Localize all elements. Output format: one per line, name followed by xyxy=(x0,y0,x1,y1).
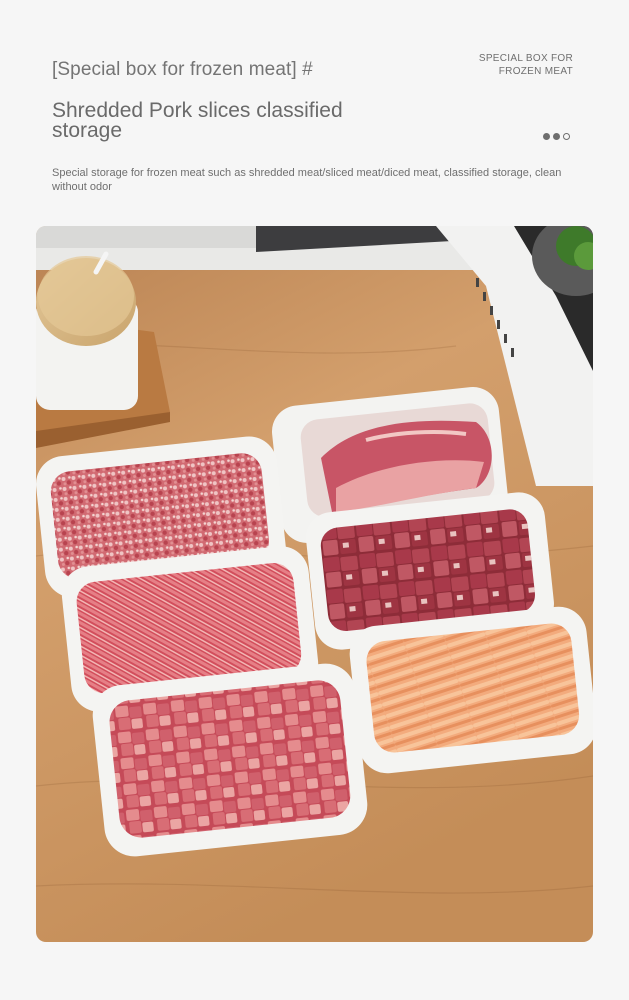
title-line1: Shredded Pork slices classified xyxy=(52,99,343,122)
page-title: Shredded Pork slices classified storage xyxy=(52,99,412,142)
pager-dot-2 xyxy=(553,133,560,140)
corner-label-line1: SPECIAL BOX FOR xyxy=(478,53,573,64)
title-line2: storage xyxy=(52,119,123,142)
pager-dot-3 xyxy=(563,133,570,140)
corner-label: SPECIAL BOX FOR FROZEN MEAT xyxy=(453,52,573,78)
product-description: Special storage for frozen meat such as … xyxy=(52,167,562,193)
product-tag: [Special box for frozen meat] # xyxy=(52,59,313,80)
corner-label-line2: FROZEN MEAT xyxy=(498,66,573,77)
product-photo xyxy=(36,226,593,942)
pager-dots xyxy=(543,133,570,140)
pager-dot-1 xyxy=(543,133,550,140)
